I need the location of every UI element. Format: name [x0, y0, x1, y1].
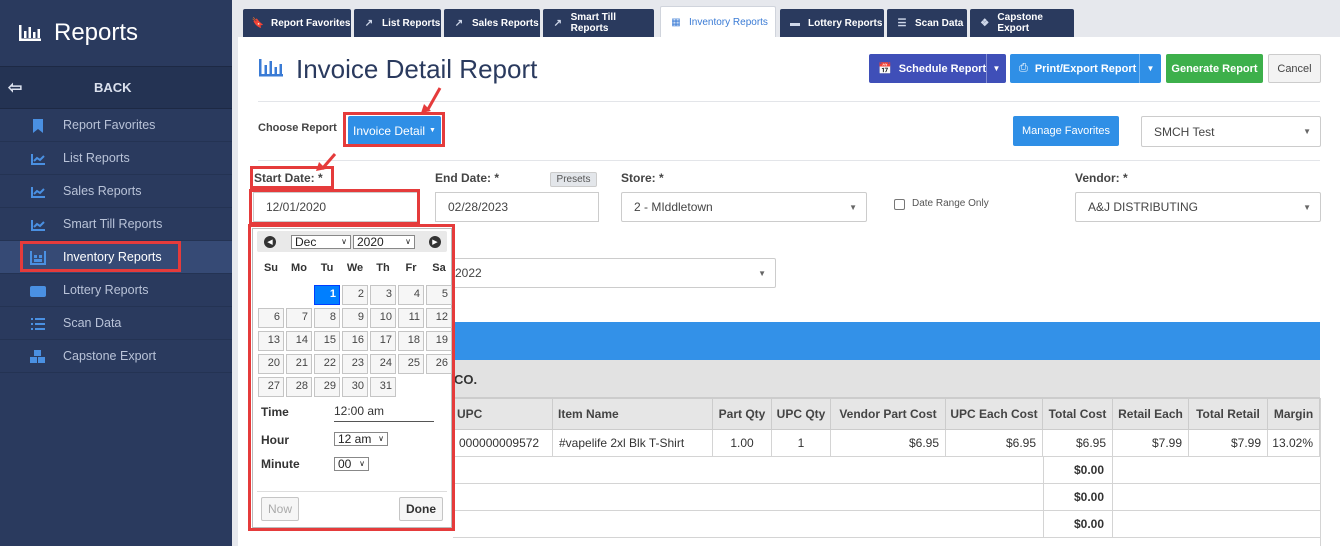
arrow-line: [320, 153, 337, 170]
arrow-line: [425, 87, 442, 112]
annotation-arrows: [316, 87, 442, 171]
